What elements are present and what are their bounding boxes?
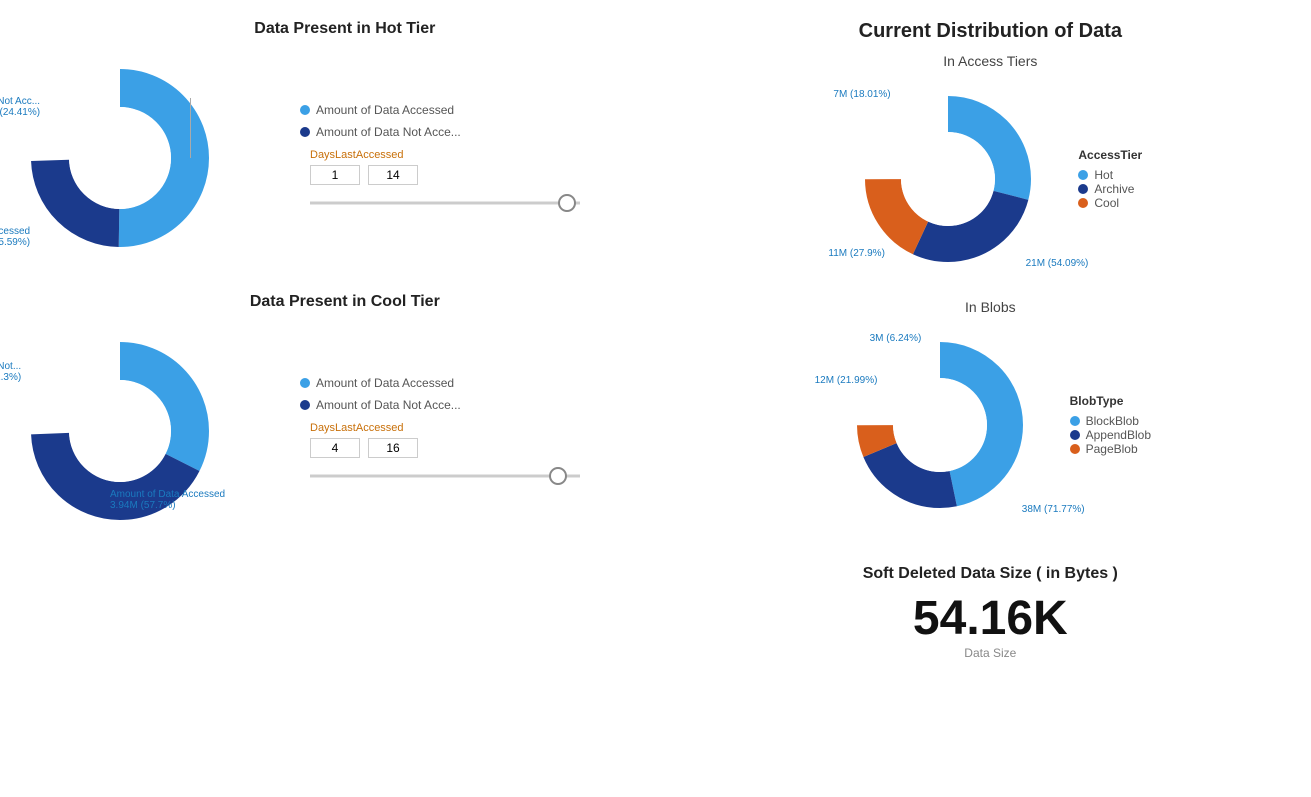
hot-slider-min-input[interactable]	[310, 165, 360, 185]
blobs-legend: BlobType BlockBlob AppendBlob PageBlob	[1070, 394, 1151, 456]
hot-tier-slider-section: DaysLastAccessed	[310, 149, 580, 213]
blobs-title: In Blobs	[680, 299, 1301, 315]
blobs-append-label-text: AppendBlob	[1086, 428, 1151, 442]
hot-tier-controls: Amount of Data Accessed Amount of Data N…	[280, 103, 580, 213]
hot-not-accessed-label: Amount of Data Not Acc...5M (24.41%)	[0, 96, 40, 118]
hot-slider-max-input[interactable]	[368, 165, 418, 185]
cool-tier-donut: Amount of Data Not...2.89M (42.3%) Amoun…	[10, 321, 230, 541]
access-tiers-title: In Access Tiers	[680, 53, 1301, 69]
hot-tier-section: Data Present in Hot Tier Amount of Data …	[10, 20, 680, 268]
access-hot-label: 21M (54.09%)	[1026, 258, 1089, 269]
hot-accessed-label: Amount of Data Accessed16M (75.59%)	[0, 226, 30, 248]
cool-not-accessed-dot	[300, 400, 310, 410]
cool-slider-inputs	[310, 438, 580, 458]
access-archive-label: 11M (27.9%)	[828, 248, 885, 259]
access-cool-legend: Cool	[1078, 196, 1142, 210]
access-legend-title: AccessTier	[1078, 148, 1142, 162]
hot-tier-title: Data Present in Hot Tier	[10, 20, 680, 38]
cool-tier-section: Data Present in Cool Tier Amount of Data…	[10, 293, 680, 541]
right-title: Current Distribution of Data	[680, 20, 1301, 43]
access-cool-dot	[1078, 198, 1088, 208]
blobs-block-label: 38M (71.77%)	[1022, 504, 1085, 515]
hot-legend-not-accessed: Amount of Data Not Acce...	[300, 125, 580, 139]
cool-slider-thumb[interactable]	[549, 467, 567, 485]
blobs-page-dot	[1070, 444, 1080, 454]
left-panel: Data Present in Hot Tier Amount of Data …	[10, 20, 680, 660]
hot-accessed-legend-label: Amount of Data Accessed	[316, 103, 454, 117]
blobs-donut: 3M (6.24%) 12M (21.99%) 38M (71.77%)	[830, 325, 1050, 525]
cool-accessed-legend-label: Amount of Data Accessed	[316, 376, 454, 390]
access-tiers-legend: AccessTier Hot Archive Cool	[1078, 148, 1142, 210]
access-tiers-chart: 7M (18.01%) . 11M (27.9%) 21M (54.09%) A…	[680, 79, 1301, 279]
hot-slider-track-container[interactable]	[310, 193, 580, 213]
cool-tier-slider-section: DaysLastAccessed	[310, 422, 580, 486]
cool-not-accessed-label: Amount of Data Not...2.89M (42.3%)	[0, 361, 21, 383]
cool-slider-min-input[interactable]	[310, 438, 360, 458]
hot-slider-thumb[interactable]	[558, 194, 576, 212]
hot-tier-chart-section: Amount of Data Not Acc...5M (24.41%) Amo…	[10, 48, 680, 268]
soft-deleted-sub: Data Size	[680, 646, 1301, 660]
cool-accessed-dot	[300, 378, 310, 388]
blobs-chart: 3M (6.24%) 12M (21.99%) 38M (71.77%) Blo…	[680, 325, 1301, 525]
access-hot-legend: Hot	[1078, 168, 1142, 182]
hot-not-accessed-legend-label: Amount of Data Not Acce...	[316, 125, 461, 139]
cool-not-accessed-legend-label: Amount of Data Not Acce...	[316, 398, 461, 412]
soft-deleted-section: Soft Deleted Data Size ( in Bytes ) 54.1…	[680, 565, 1301, 660]
access-cool-legend-label: Cool	[1094, 196, 1119, 210]
blobs-block-dot	[1070, 416, 1080, 426]
cool-tier-legend: Amount of Data Accessed Amount of Data N…	[300, 376, 580, 412]
cool-tier-title: Data Present in Cool Tier	[10, 293, 680, 311]
cool-slider-label: DaysLastAccessed	[310, 422, 580, 434]
cool-slider-track	[310, 475, 580, 478]
access-cool-label: 7M (18.01%)	[833, 89, 890, 100]
blobs-page-legend: PageBlob	[1070, 442, 1151, 456]
cool-legend-accessed: Amount of Data Accessed	[300, 376, 580, 390]
blobs-append-label: 12M (21.99%)	[815, 375, 878, 386]
right-panel: Current Distribution of Data In Access T…	[680, 20, 1301, 660]
blobs-page-label-text: PageBlob	[1086, 442, 1138, 456]
hot-legend-accessed: Amount of Data Accessed	[300, 103, 580, 117]
hot-accessed-dot	[300, 105, 310, 115]
hot-slider-track	[310, 202, 580, 205]
access-tiers-donut: 7M (18.01%) . 11M (27.9%) 21M (54.09%)	[838, 79, 1058, 279]
blobs-block-label-text: BlockBlob	[1086, 414, 1139, 428]
cool-slider-max-input[interactable]	[368, 438, 418, 458]
hot-tier-legend: Amount of Data Accessed Amount of Data N…	[300, 103, 580, 139]
cool-slider-track-container[interactable]	[310, 466, 580, 486]
cool-legend-not-accessed: Amount of Data Not Acce...	[300, 398, 580, 412]
hot-slider-label: DaysLastAccessed	[310, 149, 580, 161]
blobs-legend-title: BlobType	[1070, 394, 1151, 408]
hot-slider-inputs	[310, 165, 580, 185]
blobs-block-legend: BlockBlob	[1070, 414, 1151, 428]
soft-deleted-value: 54.16K	[680, 591, 1301, 646]
hot-tier-donut: Amount of Data Not Acc...5M (24.41%) Amo…	[10, 48, 230, 268]
access-hot-dot	[1078, 170, 1088, 180]
access-archive-dot	[1078, 184, 1088, 194]
access-archive-legend-label: Archive	[1094, 182, 1134, 196]
blobs-block: In Blobs 3M (6.24%) 12M (21.99%)	[680, 299, 1301, 535]
cool-accessed-label: Amount of Data Accessed3.94M (57.7%)	[110, 489, 225, 511]
access-tiers-block: In Access Tiers 7M (18.01%) .	[680, 53, 1301, 289]
access-hot-legend-label: Hot	[1094, 168, 1113, 182]
hot-not-accessed-dot	[300, 127, 310, 137]
cool-tier-controls: Amount of Data Accessed Amount of Data N…	[280, 376, 580, 486]
blobs-append-dot	[1070, 430, 1080, 440]
soft-deleted-title: Soft Deleted Data Size ( in Bytes )	[680, 565, 1301, 583]
cool-tier-chart-section: Amount of Data Not...2.89M (42.3%) Amoun…	[10, 321, 680, 541]
blobs-append-legend: AppendBlob	[1070, 428, 1151, 442]
blobs-page-label: 3M (6.24%)	[870, 333, 922, 344]
access-archive-legend: Archive	[1078, 182, 1142, 196]
